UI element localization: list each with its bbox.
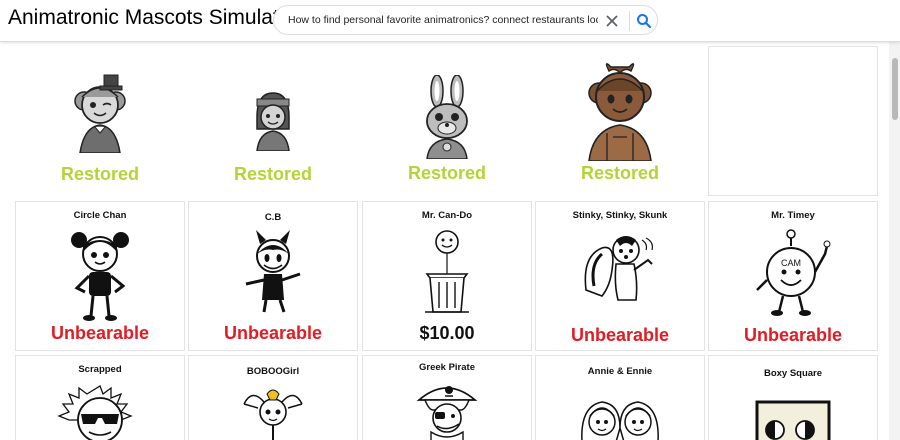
mascot-status: Unbearable [570, 325, 670, 345]
horned-cartoon-devil-icon [245, 230, 301, 313]
mascot-card[interactable]: Mr. Can-Do $10.00 [362, 201, 532, 351]
mascot-name: Mr. Timey [771, 210, 815, 221]
mascot-name: BOBOOGirl [246, 366, 300, 377]
mascot-name: Scrapped [78, 364, 122, 375]
trash-can-balloon-icon [425, 230, 469, 313]
bow-girl-head-icon [243, 389, 303, 440]
gray-girl-with-headband-icon [256, 92, 290, 151]
mascot-card[interactable]: Restored [362, 46, 532, 196]
mascot-name: C.B [264, 212, 282, 223]
mascot-card[interactable]: Stinky, Stinky, Skunk Unbearable [535, 201, 705, 351]
svg-text:CAM: CAM [781, 258, 801, 268]
gray-winking-girl-top-hat-icon [74, 74, 126, 153]
circle-chan-girl-icon [71, 232, 129, 321]
mascot-card-empty[interactable] [708, 46, 878, 196]
twin-girls-icon [581, 401, 659, 440]
box-character-icon [755, 400, 831, 440]
mascot-card[interactable]: Restored [15, 46, 185, 196]
mascot-status: Restored [233, 164, 313, 184]
mascot-status: Unbearable [50, 323, 150, 343]
gray-rabbit-icon [426, 75, 468, 159]
search-box[interactable]: How to find personal favorite animatroni… [273, 5, 658, 35]
clock-character-icon: CAM [756, 229, 831, 316]
mascot-status: Restored [580, 163, 660, 183]
brown-girl-with-bow-icon [588, 63, 652, 161]
mascot-card[interactable]: Scrapped [15, 355, 185, 440]
mascot-status: Unbearable [743, 325, 843, 345]
mascot-status: Restored [60, 164, 140, 184]
mascot-card[interactable]: Boxy Square [708, 355, 878, 440]
mascot-card[interactable]: BOBOOGirl [188, 355, 358, 440]
mascot-status: Restored [407, 163, 487, 183]
sun-with-sunglasses-icon [57, 385, 133, 440]
mascot-card[interactable]: Greek Pirate [362, 355, 532, 440]
mascot-name: Boxy Square [763, 368, 823, 379]
app-title: Animatronic Mascots Simulator [8, 6, 298, 29]
pirate-with-skull-hat-icon [416, 386, 478, 440]
mascot-status: Unbearable [223, 323, 323, 343]
mascot-card[interactable]: C.B Unbearable [188, 201, 358, 351]
mascot-card[interactable]: Restored [535, 46, 705, 196]
top-bar: Animatronic Mascots Simulator How to fin… [0, 0, 900, 42]
mascot-card[interactable]: Mr. Timey CAM Unbearable [708, 201, 878, 351]
mascot-card[interactable]: Restored [188, 46, 358, 196]
search-divider [629, 11, 630, 31]
search-icon[interactable] [634, 11, 654, 31]
scrollbar-thumb[interactable] [892, 58, 898, 120]
mascot-name: Stinky, Stinky, Skunk [572, 210, 668, 221]
close-icon[interactable] [603, 12, 621, 30]
skunk-icon [584, 236, 653, 301]
mascot-card[interactable]: Circle Chan Unbearable [15, 201, 185, 351]
mascot-name: Greek Pirate [419, 362, 475, 373]
search-input[interactable]: How to find personal favorite animatroni… [288, 14, 598, 26]
mascot-name: Mr. Can-Do [421, 210, 473, 221]
mascot-price: $10.00 [419, 323, 475, 343]
mascot-card[interactable]: Annie & Ennie [535, 355, 705, 440]
mascot-name: Circle Chan [73, 210, 127, 221]
mascot-name: Annie & Ennie [587, 366, 653, 377]
